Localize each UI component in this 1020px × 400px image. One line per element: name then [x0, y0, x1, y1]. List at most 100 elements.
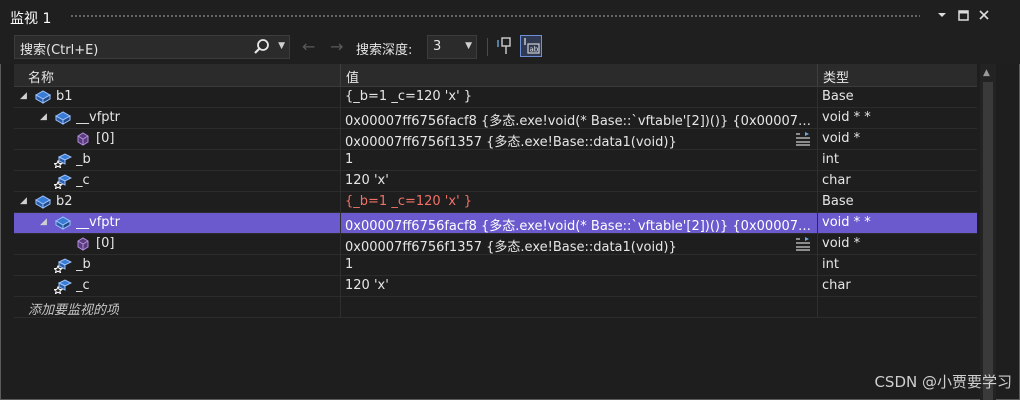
search-dropdown-icon[interactable]: ▼ [278, 41, 285, 51]
add-watch-row[interactable]: 添加要监视的项 [14, 297, 977, 318]
column-divider [817, 255, 818, 276]
row-type: char [822, 278, 851, 293]
add-watch-placeholder[interactable]: 添加要监视的项 [28, 299, 119, 318]
column-divider [340, 276, 341, 297]
search-icon[interactable] [253, 38, 271, 56]
column-divider [817, 297, 818, 318]
row-name[interactable]: [0] [96, 131, 334, 146]
search-input[interactable]: 搜索(Ctrl+E) [20, 39, 98, 58]
table-row[interactable]: ◢ b1 {_b=1 _c=120 'x' } Base [14, 87, 977, 108]
column-divider[interactable] [340, 64, 341, 86]
row-value[interactable]: {_b=1 _c=120 'x' } [345, 89, 815, 104]
member-icon [74, 236, 92, 252]
column-divider [340, 255, 341, 276]
row-name[interactable]: __vfptr [76, 215, 334, 230]
pointer-icon [54, 110, 72, 126]
expander-icon[interactable]: ◢ [40, 112, 50, 122]
column-divider [340, 87, 341, 108]
search-depth-label: 搜索深度: [356, 43, 413, 58]
table-row[interactable]: ◢ __vfptr 0x00007ff6756facf8 {多态.exe!void(… [14, 213, 977, 234]
table-row[interactable]: [0] 0x00007ff6756f1357 {多态.exe!Base::data… [14, 234, 977, 255]
chevron-down-icon[interactable]: ▼ [465, 41, 472, 51]
visualizer-icon[interactable] [795, 132, 811, 146]
row-value[interactable]: 0x00007ff6756facf8 {多态.exe!void(* Base::… [345, 110, 815, 129]
row-name[interactable]: [0] [96, 236, 334, 251]
table-row[interactable]: _b 1 int [14, 255, 977, 276]
maximize-icon[interactable] [954, 6, 972, 24]
column-divider [817, 192, 818, 213]
column-divider [340, 150, 341, 171]
row-type: void * * [822, 110, 871, 125]
expander-icon[interactable]: ◢ [40, 217, 50, 227]
back-arrow-icon[interactable]: ← [302, 37, 315, 56]
table-row[interactable]: _b 1 int [14, 150, 977, 171]
pointer-icon [54, 215, 72, 231]
watermark: CSDN @小贾要学习 [874, 373, 1012, 391]
window-title: 监视 1 [10, 11, 52, 27]
column-divider [817, 87, 818, 108]
pin-icon[interactable] [494, 35, 516, 57]
vertical-scrollbar[interactable]: ▲ [980, 64, 996, 400]
object-icon [34, 194, 52, 210]
close-icon[interactable] [975, 6, 993, 24]
row-type: int [822, 257, 839, 272]
table-row[interactable]: _c 120 'x' char [14, 276, 977, 297]
search-box[interactable]: 搜索(Ctrl+E) ▼ [14, 35, 290, 59]
scrollbar-thumb[interactable] [983, 82, 993, 400]
row-type: int [822, 152, 839, 167]
row-value[interactable]: 120 'x' [345, 278, 815, 293]
title-bar[interactable]: 监视 1 [0, 0, 1020, 30]
row-value[interactable]: {_b=1 _c=120 'x' } [345, 194, 815, 209]
row-name[interactable]: b2 [56, 194, 334, 209]
column-divider [817, 171, 818, 192]
table-row[interactable]: ◢ b2 {_b=1 _c=120 'x' } Base [14, 192, 977, 213]
row-name[interactable]: __vfptr [76, 110, 334, 125]
row-value[interactable]: 0x00007ff6756facf8 {多态.exe!void(* Base::… [345, 215, 815, 234]
scroll-up-icon[interactable]: ▲ [983, 68, 990, 78]
row-type: Base [822, 194, 854, 209]
row-value[interactable]: 1 [345, 257, 815, 272]
row-name[interactable]: b1 [56, 89, 334, 104]
toolbar: 搜索(Ctrl+E) ▼ ← → 搜索深度: 3 ▼ ab [0, 30, 1020, 64]
row-value[interactable]: 1 [345, 152, 815, 167]
column-divider [340, 171, 341, 192]
expander-icon[interactable]: ◢ [20, 91, 30, 101]
column-header-value[interactable]: 值 [346, 67, 359, 86]
row-name[interactable]: _b [76, 152, 334, 167]
table-row[interactable]: ◢ __vfptr 0x00007ff6756facf8 {多态.exe!void(… [14, 108, 977, 129]
watch-grid: 名称 值 类型 ◢ b1 {_b=1 _c=120 'x' } Base ◢ __vfpt… [14, 64, 977, 320]
expander-icon[interactable]: ◢ [20, 196, 30, 206]
row-value[interactable]: 0x00007ff6756f1357 {多态.exe!Base::data1(v… [345, 131, 785, 150]
svg-text:ab: ab [530, 46, 539, 54]
column-header-type[interactable]: 类型 [823, 67, 849, 86]
row-type: char [822, 173, 851, 188]
watch-window: 监视 1 搜索(Ctrl+E) ▼ ← → 搜索深度: 3 ▼ ab 名称 值 … [0, 0, 1020, 400]
column-divider [817, 108, 818, 129]
column-divider [340, 129, 341, 150]
hex-display-icon[interactable]: ab [520, 35, 542, 57]
chevron-down-icon[interactable] [933, 6, 951, 24]
field-icon [52, 257, 73, 274]
column-divider[interactable] [817, 64, 818, 86]
column-divider [817, 150, 818, 171]
forward-arrow-icon[interactable]: → [330, 37, 343, 56]
row-value[interactable]: 0x00007ff6756f1357 {多态.exe!Base::data1(v… [345, 236, 785, 255]
visualizer-icon[interactable] [795, 237, 811, 251]
row-name[interactable]: _b [76, 257, 334, 272]
column-divider [817, 213, 818, 234]
title-grip[interactable] [70, 14, 920, 19]
row-name[interactable]: _c [76, 278, 334, 293]
row-name[interactable]: _c [76, 173, 334, 188]
search-depth-value: 3 [433, 39, 442, 54]
field-icon [52, 278, 73, 295]
table-row[interactable]: _c 120 'x' char [14, 171, 977, 192]
row-value[interactable]: 120 'x' [345, 173, 815, 188]
search-depth-select[interactable]: 3 ▼ [427, 35, 477, 59]
object-icon [34, 89, 52, 105]
toolbar-separator [487, 38, 488, 56]
column-divider [340, 213, 341, 234]
column-divider [817, 129, 818, 150]
field-icon [52, 173, 73, 190]
table-row[interactable]: [0] 0x00007ff6756f1357 {多态.exe!Base::data… [14, 129, 977, 150]
column-header-name[interactable]: 名称 [28, 67, 54, 86]
